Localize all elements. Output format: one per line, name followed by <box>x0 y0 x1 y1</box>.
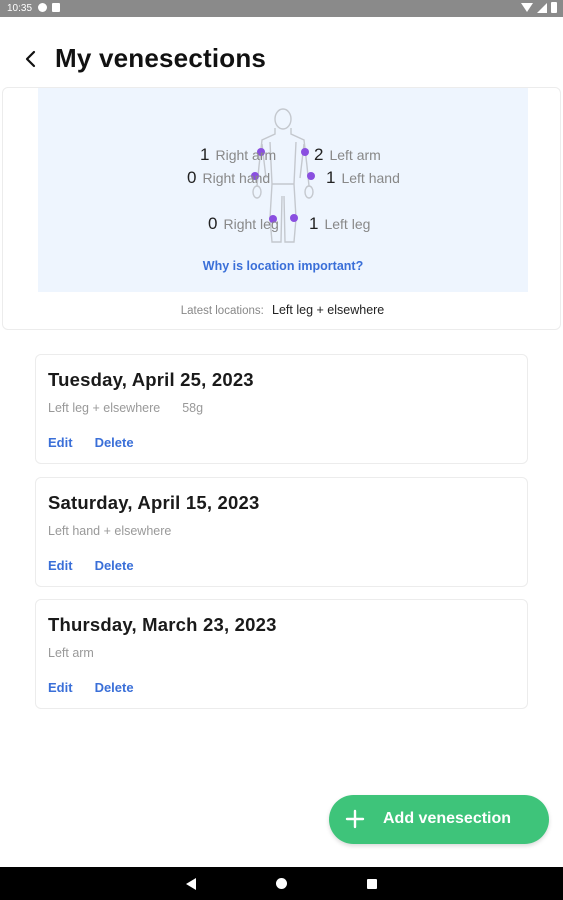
delete-button[interactable]: Delete <box>95 680 134 695</box>
entry-date: Saturday, April 15, 2023 <box>48 492 260 513</box>
body-map: 1 Right arm 2 Left arm 0 Right hand 1 Le… <box>38 88 528 292</box>
wifi-icon <box>521 3 533 12</box>
delete-button[interactable]: Delete <box>95 558 134 573</box>
system-nav-bar <box>0 867 563 900</box>
signal-icon <box>537 2 547 13</box>
nav-home-icon[interactable] <box>276 878 287 889</box>
add-venesection-button[interactable]: Add venesection <box>329 795 549 844</box>
battery-icon <box>551 2 557 13</box>
right-leg-stat: 0 Right leg <box>208 214 279 233</box>
entry-location: Left hand + elsewhere <box>48 524 172 538</box>
edit-button[interactable]: Edit <box>48 435 73 450</box>
left-hand-marker <box>307 172 315 180</box>
latest-locations-label: Latest locations: <box>180 305 264 317</box>
venesection-entry: Saturday, April 15, 2023 Left hand + els… <box>35 477 528 587</box>
right-arm-stat: 1 Right arm <box>200 145 277 164</box>
left-hand-stat: 1 Left hand <box>326 168 400 187</box>
nav-recents-icon[interactable] <box>367 879 377 889</box>
latest-locations: Latest locations: Left leg + elsewhere <box>3 303 562 317</box>
latest-locations-value: Left leg + elsewhere <box>272 303 385 317</box>
back-arrow-icon <box>25 50 36 68</box>
edit-button[interactable]: Edit <box>48 680 73 695</box>
right-hand-stat: 0 Right hand <box>187 168 271 187</box>
back-button[interactable] <box>16 44 46 74</box>
left-arm-marker <box>301 148 309 156</box>
nav-back-icon[interactable] <box>186 878 196 890</box>
entry-date: Thursday, March 23, 2023 <box>48 614 277 635</box>
edit-button[interactable]: Edit <box>48 558 73 573</box>
venesection-entry: Tuesday, April 25, 2023 Left leg + elsew… <box>35 354 528 464</box>
why-location-important-link[interactable]: Why is location important? <box>38 259 528 273</box>
left-leg-marker <box>290 214 298 222</box>
plus-icon <box>345 809 365 829</box>
location-summary-card: 1 Right arm 2 Left arm 0 Right hand 1 Le… <box>2 87 561 330</box>
status-time: 10:35 <box>7 3 33 14</box>
entry-location: Left arm <box>48 646 94 660</box>
entry-amount: 58g <box>182 401 204 415</box>
status-bar: 10:35 <box>0 0 563 17</box>
left-leg-stat: 1 Left leg <box>309 214 371 233</box>
entry-date: Tuesday, April 25, 2023 <box>48 369 254 390</box>
left-arm-stat: 2 Left arm <box>314 145 381 164</box>
page-title: My venesections <box>55 43 267 73</box>
sd-card-icon <box>52 3 60 12</box>
delete-button[interactable]: Delete <box>95 435 134 450</box>
add-venesection-label: Add venesection <box>383 810 512 827</box>
notification-icon <box>38 3 47 12</box>
venesection-entry: Thursday, March 23, 2023 Left arm Edit D… <box>35 599 528 709</box>
entry-location: Left leg + elsewhere <box>48 401 161 415</box>
